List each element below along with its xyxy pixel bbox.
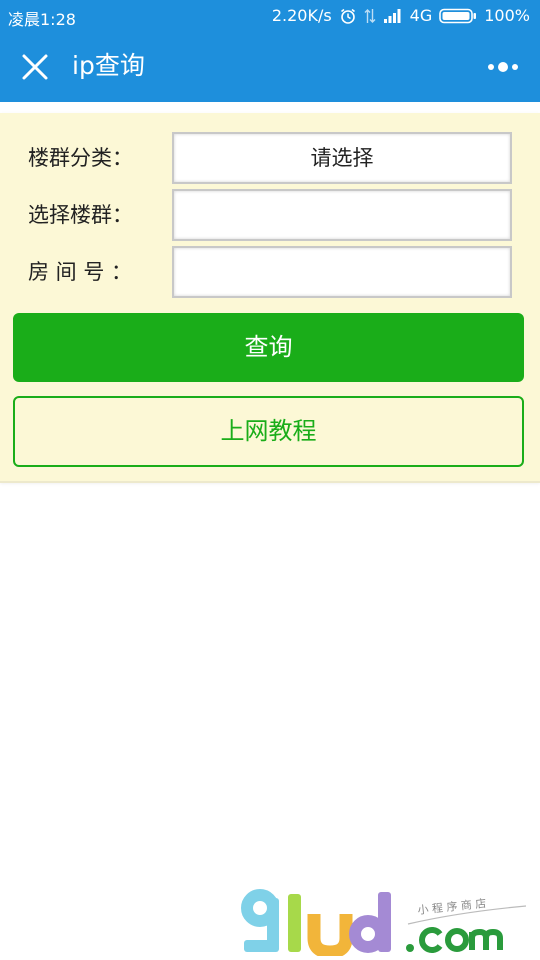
close-icon[interactable] <box>20 52 50 82</box>
data-transfer-icon <box>364 7 376 25</box>
more-icon[interactable] <box>486 56 520 78</box>
building-label: 选择楼群： <box>28 203 133 227</box>
network-type: 4G <box>409 6 433 25</box>
page-title: ip查询 <box>72 51 145 80</box>
status-bar: 凌晨1:28 2.20K/s 4G 100% <box>0 0 540 32</box>
svg-text:小 程 序 商 店: 小 程 序 商 店 <box>417 896 487 917</box>
form-row-building: 选择楼群： <box>0 189 540 241</box>
battery-icon <box>439 8 477 24</box>
form-row-building-category: 楼群分类： 请选择 <box>0 132 540 184</box>
room-number-label: 房 间 号 ： <box>28 260 133 284</box>
room-number-input[interactable] <box>172 246 512 298</box>
building-category-label: 楼群分类： <box>28 146 133 170</box>
building-category-picker[interactable]: 请选择 <box>172 132 512 184</box>
nav-bar: ip查询 <box>0 32 540 102</box>
signal-icon <box>383 8 403 24</box>
watermark-logo: 小 程 序 商 店 <box>240 888 530 959</box>
tutorial-button[interactable]: 上网教程 <box>13 396 524 467</box>
form-row-room-number: 房 间 号 ： <box>0 246 540 298</box>
alarm-icon <box>339 7 357 25</box>
query-form: 楼群分类： 请选择 选择楼群： 房 间 号 ： 查询 上网教程 <box>0 113 540 483</box>
network-speed: 2.20K/s <box>271 6 332 25</box>
status-indicators: 2.20K/s 4G 100% <box>272 6 530 25</box>
status-time: 凌晨1:28 <box>8 10 76 29</box>
battery-level: 100% <box>484 6 530 25</box>
building-picker[interactable] <box>172 189 512 241</box>
query-button[interactable]: 查询 <box>13 313 524 382</box>
